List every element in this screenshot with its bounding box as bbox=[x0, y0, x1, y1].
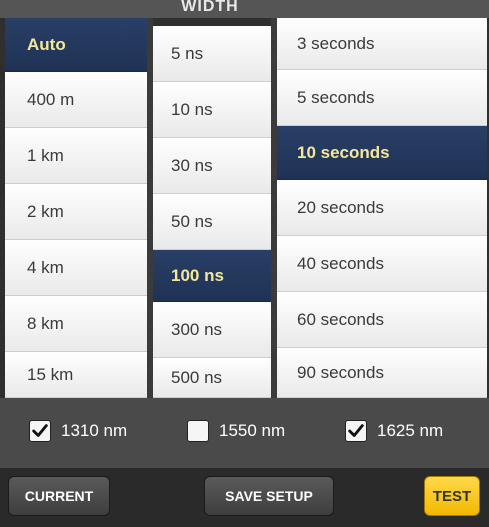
range-option[interactable]: 8 km bbox=[5, 296, 147, 352]
duration-option[interactable]: 20 seconds bbox=[277, 180, 487, 236]
test-button[interactable]: TEST bbox=[424, 476, 480, 516]
range-option[interactable]: 2 km bbox=[5, 184, 147, 240]
duration-option[interactable]: 40 seconds bbox=[277, 236, 487, 292]
checkbox-box[interactable] bbox=[187, 420, 209, 442]
range-option[interactable]: 1 km bbox=[5, 128, 147, 184]
column-header-title: WIDTH bbox=[181, 0, 239, 15]
wavelength-label: 1625 nm bbox=[377, 421, 444, 440]
checkbox-box[interactable] bbox=[29, 420, 51, 442]
duration-option[interactable]: 3 seconds bbox=[277, 18, 487, 70]
duration-option[interactable]: 10 seconds bbox=[277, 126, 487, 180]
range-option[interactable]: 15 km bbox=[5, 352, 147, 398]
pulse-width-option[interactable]: 50 ns bbox=[153, 194, 271, 250]
wavelength-checkbox[interactable]: 1310 nm bbox=[29, 420, 127, 442]
pulse-width-option[interactable]: 30 ns bbox=[153, 138, 271, 194]
duration-option[interactable]: 5 seconds bbox=[277, 70, 487, 126]
wavelength-selector: 1310 nm 1550 nm 1625 nm bbox=[0, 398, 489, 468]
pulse-width-option[interactable]: 10 ns bbox=[153, 82, 271, 138]
range-option[interactable]: Auto bbox=[5, 18, 147, 72]
otdr-setup-screen: WIDTH Auto 400 m 1 km 2 km 4 km 8 km 15 … bbox=[0, 0, 489, 527]
wavelength-label: 1310 nm bbox=[61, 421, 128, 440]
wavelength-label: 1550 nm bbox=[219, 421, 286, 440]
duration-option[interactable]: 60 seconds bbox=[277, 292, 487, 348]
pulse-width-option[interactable]: 500 ns bbox=[153, 358, 271, 398]
checkbox-box[interactable] bbox=[345, 420, 367, 442]
pulse-width-option[interactable]: 5 ns bbox=[153, 26, 271, 82]
range-option[interactable]: 4 km bbox=[5, 240, 147, 296]
wavelength-checkbox[interactable]: 1550 nm bbox=[187, 420, 285, 442]
pulse-width-option[interactable]: 100 ns bbox=[153, 250, 271, 302]
duration-option[interactable]: 90 seconds bbox=[277, 348, 487, 398]
column-header-bar: WIDTH bbox=[0, 0, 489, 18]
action-bar: CURRENT SAVE SETUP TEST bbox=[0, 468, 489, 527]
wavelength-checkbox[interactable]: 1625 nm bbox=[345, 420, 443, 442]
save-setup-button[interactable]: SAVE SETUP bbox=[204, 476, 334, 516]
checkmark-icon bbox=[348, 424, 364, 437]
range-option[interactable]: 400 m bbox=[5, 72, 147, 128]
pulse-width-option[interactable]: 300 ns bbox=[153, 302, 271, 358]
current-button[interactable]: CURRENT bbox=[8, 476, 110, 516]
checkmark-icon bbox=[32, 424, 48, 437]
